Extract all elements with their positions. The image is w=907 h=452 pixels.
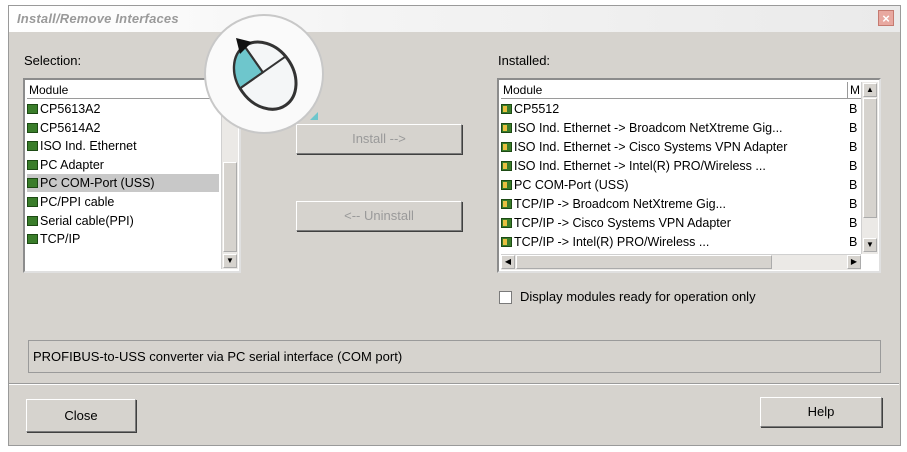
- mouse-click-indicator: [204, 14, 324, 134]
- selection-label: Selection:: [24, 53, 82, 68]
- installed-list-item[interactable]: ISO Ind. Ethernet -> Intel(R) PRO/Wirele…: [501, 157, 861, 175]
- installed-item-label: PC COM-Port (USS): [514, 178, 629, 192]
- installed-item-col2: B: [849, 140, 858, 154]
- description-text: PROFIBUS-to-USS converter via PC serial …: [33, 349, 403, 364]
- selection-list-item[interactable]: PC Adapter: [27, 156, 219, 174]
- selection-item-label: CP5614A2: [40, 120, 101, 135]
- separator: [9, 383, 899, 385]
- installed-list-item[interactable]: TCP/IP -> Intel(R) PRO/Wireless ... B: [501, 233, 861, 251]
- installed-listbox[interactable]: Module M CP5512 B ISO Ind. Ethernet -> Bro…: [497, 78, 881, 273]
- installed-hscrollbar[interactable]: ◀ ▶: [501, 254, 861, 270]
- module-icon: [501, 161, 512, 171]
- selection-item-label: CP5613A2: [40, 102, 101, 116]
- installed-item-label: TCP/IP -> Cisco Systems VPN Adapter: [514, 216, 731, 230]
- installed-scroll-left-icon[interactable]: ◀: [501, 255, 515, 269]
- installed-item-col2: B: [849, 159, 858, 173]
- selection-item-label: Serial cable(PPI): [40, 213, 134, 228]
- installed-scroll-right-icon[interactable]: ▶: [847, 255, 861, 269]
- selection-item-label: ISO Ind. Ethernet: [40, 139, 137, 154]
- selection-list-item[interactable]: PC COM-Port (USS): [27, 174, 219, 193]
- installed-header-col2: M: [847, 82, 860, 98]
- installed-list-item[interactable]: PC COM-Port (USS) B: [501, 176, 861, 194]
- selection-list-item[interactable]: TCP/IP: [27, 230, 219, 248]
- installed-list-item[interactable]: TCP/IP -> Cisco Systems VPN Adapter B: [501, 214, 861, 232]
- installed-list-item[interactable]: ISO Ind. Ethernet -> Cisco Systems VPN A…: [501, 138, 861, 156]
- module-icon: [501, 123, 512, 133]
- installed-column-header[interactable]: Module M: [501, 82, 861, 99]
- installed-scroll-down-icon[interactable]: ▼: [863, 238, 877, 252]
- installed-label: Installed:: [498, 53, 551, 68]
- installed-item-col2: B: [849, 235, 858, 249]
- installed-item-col2: B: [849, 178, 858, 192]
- installed-item-col2: B: [849, 197, 858, 211]
- installed-item-label: ISO Ind. Ethernet -> Cisco Systems VPN A…: [514, 140, 788, 154]
- module-icon: [27, 234, 38, 245]
- selection-list-item[interactable]: CP5614A2: [27, 119, 219, 137]
- installed-item-label: TCP/IP -> Intel(R) PRO/Wireless ...: [514, 235, 710, 249]
- selection-list-item[interactable]: PC/PPI cable: [27, 193, 219, 211]
- installed-vscrollbar[interactable]: ▲ ▼: [861, 82, 878, 254]
- selection-item-label: PC COM-Port (USS): [40, 176, 155, 191]
- module-icon: [501, 180, 512, 190]
- module-icon: [27, 178, 38, 189]
- installed-item-col2: B: [849, 102, 858, 116]
- module-icon: [27, 104, 38, 114]
- selection-item-label: PC Adapter: [40, 157, 104, 172]
- installed-item-col2: B: [849, 121, 858, 135]
- installed-item-label: TCP/IP -> Broadcom NetXtreme Gig...: [514, 197, 726, 211]
- installed-item-label: ISO Ind. Ethernet -> Broadcom NetXtreme …: [514, 121, 783, 135]
- installed-scroll-thumb[interactable]: [863, 98, 877, 218]
- module-icon: [501, 237, 512, 247]
- module-icon: [27, 141, 38, 152]
- title-bar[interactable]: Install/Remove Interfaces ×: [9, 6, 900, 32]
- module-icon: [501, 218, 512, 228]
- installed-scroll-up-icon[interactable]: ▲: [863, 83, 877, 97]
- ready-modules-checkbox-label: Display modules ready for operation only: [520, 289, 756, 304]
- selection-list-item[interactable]: ISO Ind. Ethernet: [27, 137, 219, 155]
- module-icon: [27, 122, 38, 133]
- module-icon: [27, 197, 38, 207]
- module-icon: [27, 159, 38, 170]
- ready-modules-checkbox[interactable]: [499, 291, 512, 304]
- installed-list-item[interactable]: ISO Ind. Ethernet -> Broadcom NetXtreme …: [501, 119, 861, 137]
- help-button[interactable]: Help: [760, 397, 882, 427]
- mouse-icon: [232, 38, 318, 120]
- window-close-icon[interactable]: ×: [878, 10, 894, 26]
- installed-item-col2: B: [849, 216, 858, 230]
- installed-item-label: ISO Ind. Ethernet -> Intel(R) PRO/Wirele…: [514, 159, 766, 173]
- installed-header-module: Module: [503, 83, 543, 97]
- installed-hscroll-thumb[interactable]: [516, 255, 772, 269]
- selection-header-module: Module: [29, 83, 69, 97]
- module-icon: [501, 199, 512, 209]
- installed-item-label: CP5512: [514, 102, 560, 116]
- selection-column-header[interactable]: Module: [27, 82, 223, 99]
- uninstall-button[interactable]: <-- Uninstall: [296, 201, 462, 231]
- window-title: Install/Remove Interfaces: [17, 11, 179, 26]
- selection-scroll-thumb[interactable]: [223, 162, 237, 252]
- selection-list-item[interactable]: CP5613A2: [27, 100, 219, 118]
- installed-list-item[interactable]: CP5512 B: [501, 100, 861, 118]
- selection-list-item[interactable]: Serial cable(PPI): [27, 212, 219, 230]
- description-box: PROFIBUS-to-USS converter via PC serial …: [28, 340, 881, 373]
- installed-list-item[interactable]: TCP/IP -> Broadcom NetXtreme Gig... B: [501, 195, 861, 213]
- module-icon: [501, 142, 512, 152]
- module-icon: [501, 104, 512, 114]
- close-button[interactable]: Close: [26, 399, 136, 432]
- selection-item-label: TCP/IP: [40, 232, 81, 247]
- module-icon: [27, 215, 38, 226]
- selection-scroll-down-icon[interactable]: ▼: [223, 254, 237, 268]
- selection-item-label: PC/PPI cable: [40, 195, 115, 209]
